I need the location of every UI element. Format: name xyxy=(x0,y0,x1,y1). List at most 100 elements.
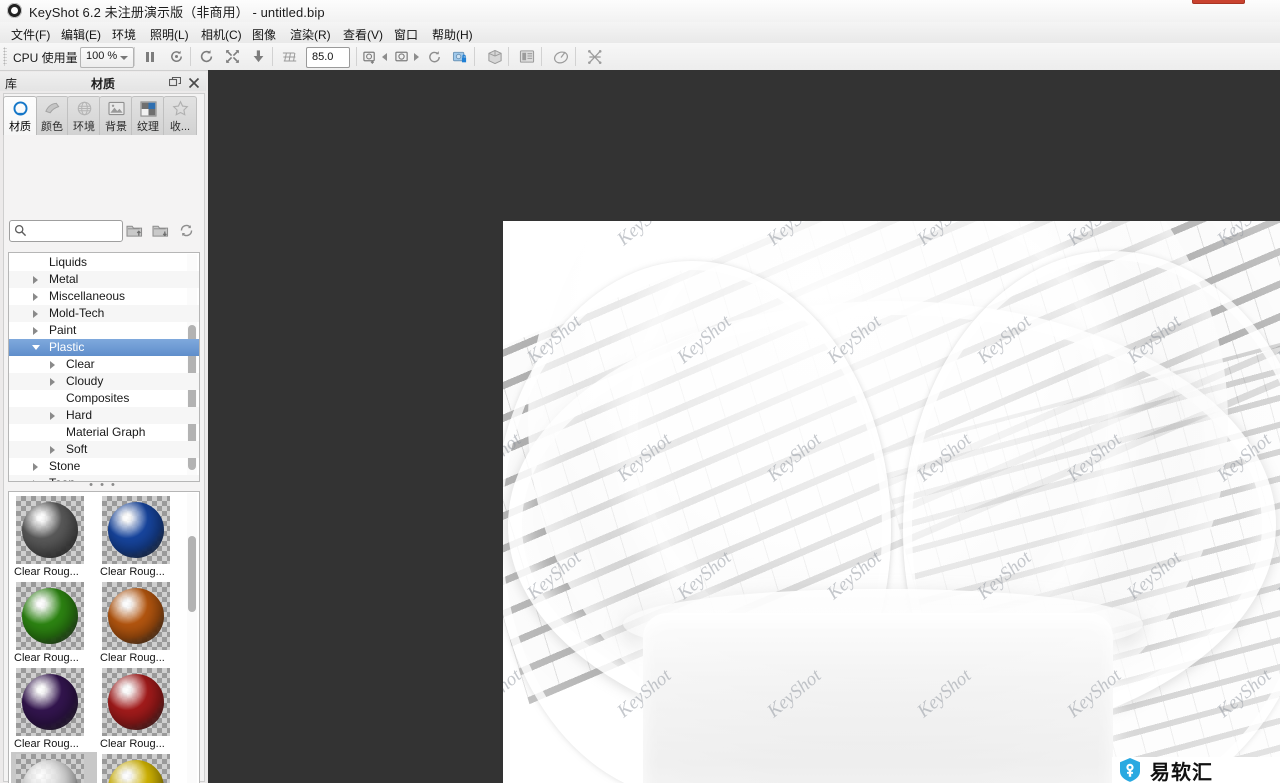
tree-item-metal[interactable]: Metal xyxy=(9,271,199,288)
material-item[interactable]: Clear Roug... xyxy=(97,494,183,580)
import-folder-button[interactable] xyxy=(124,221,144,239)
toolbar-grip[interactable] xyxy=(3,47,7,66)
keyshot-watermark: KeyShot xyxy=(523,311,586,369)
material-caption: Clear Roug... xyxy=(100,566,165,578)
tab-globe[interactable]: 环境 xyxy=(67,96,101,135)
rotate-button[interactable] xyxy=(194,46,218,67)
menu-item-9[interactable]: 帮助(H) xyxy=(429,25,476,44)
material-thumbnail xyxy=(102,496,170,564)
scene-tree-button[interactable] xyxy=(483,46,507,67)
performance-input[interactable]: 85.0 xyxy=(306,47,350,68)
chevron-right-icon[interactable] xyxy=(33,276,38,284)
add-camera-button[interactable] xyxy=(358,46,382,67)
tab-label: 颜色 xyxy=(41,121,63,133)
cpu-usage-dropdown[interactable]: 100 % xyxy=(80,47,134,68)
undock-icon[interactable] xyxy=(168,76,182,88)
perspective-grid-button[interactable] xyxy=(278,46,302,67)
chevron-right-icon[interactable] xyxy=(50,446,55,454)
tree-item-miscellaneous[interactable]: Miscellaneous xyxy=(9,288,199,305)
render-viewport[interactable]: KeyShot KeyShot KeyShot KeyShot KeyShot KeySh… xyxy=(208,70,1280,783)
camera-view-button[interactable] xyxy=(390,46,414,67)
search-input[interactable] xyxy=(30,222,122,241)
tree-item-material-graph[interactable]: Material Graph xyxy=(9,424,199,441)
chevron-right-icon[interactable] xyxy=(50,378,55,386)
menu-item-3[interactable]: 照明(L) xyxy=(147,25,192,44)
keyshot-watermark: KeyShot xyxy=(1213,429,1276,487)
menu-item-5[interactable]: 图像 xyxy=(249,25,279,44)
move-button[interactable] xyxy=(220,46,244,67)
material-caption: Clear Roug... xyxy=(14,738,79,750)
material-graph-button[interactable] xyxy=(583,46,607,67)
pause-button[interactable] xyxy=(138,46,162,67)
material-item[interactable]: Clear Roug... xyxy=(11,494,97,580)
material-item[interactable]: Clear Roug... xyxy=(97,752,183,783)
tab-star[interactable]: 收... xyxy=(163,96,197,135)
export-folder-button[interactable] xyxy=(150,221,170,239)
tree-item-composites[interactable]: Composites xyxy=(9,390,199,407)
next-camera-button[interactable] xyxy=(414,53,419,61)
menu-item-2[interactable]: 环境 xyxy=(109,25,139,44)
menu-item-8[interactable]: 窗口 xyxy=(391,25,421,44)
tree-item-plastic[interactable]: Plastic xyxy=(9,339,199,356)
material-grid[interactable]: Clear Roug... Clear Roug... Clear Roug... C… xyxy=(8,491,200,783)
performance-value: 85.0 xyxy=(312,51,334,63)
lock-camera-button[interactable] xyxy=(448,46,472,67)
site-watermark-logo: 易软汇 xyxy=(1112,757,1280,783)
material-sphere xyxy=(108,674,164,730)
material-caption: Clear Roug... xyxy=(100,652,165,664)
previous-camera-button[interactable] xyxy=(382,53,387,61)
tree-item-cloudy[interactable]: Cloudy xyxy=(9,373,199,390)
chevron-right-icon[interactable] xyxy=(33,327,38,335)
menu-item-6[interactable]: 渲染(R) xyxy=(287,25,334,44)
tab-color-swatch[interactable]: 颜色 xyxy=(35,96,69,135)
tab-image[interactable]: 背景 xyxy=(99,96,133,135)
material-caption: Clear Roug... xyxy=(14,566,79,578)
drop-to-ground-button[interactable] xyxy=(246,46,270,67)
animation-button[interactable] xyxy=(549,46,573,67)
material-item[interactable]: Clear Roug... xyxy=(11,666,97,752)
tree-item-label: Plastic xyxy=(49,340,85,354)
menu-item-4[interactable]: 相机(C) xyxy=(198,25,245,44)
chevron-right-icon[interactable] xyxy=(50,361,55,369)
menu-item-7[interactable]: 查看(V) xyxy=(340,25,386,44)
reset-camera-button[interactable] xyxy=(422,46,446,67)
watermark-layer: KeyShot KeyShot KeyShot KeyShot KeyShot KeySh… xyxy=(503,221,1280,783)
tree-item-clear[interactable]: Clear xyxy=(9,356,199,373)
project-panel-button[interactable] xyxy=(515,46,539,67)
keyshot-watermark: KeyShot xyxy=(503,429,526,487)
tree-item-label: Cloudy xyxy=(66,374,104,388)
chevron-right-icon[interactable] xyxy=(33,310,38,318)
menu-item-1[interactable]: 编辑(E) xyxy=(58,25,104,44)
category-tree[interactable]: Liquids Metal Miscellaneous Mold-Tech Paint P… xyxy=(8,252,200,482)
window-title: KeyShot 6.2 未注册演示版（非商用） - untitled.bip xyxy=(29,5,325,20)
material-item[interactable]: Clear Roug... xyxy=(97,666,183,752)
tree-item-mold-tech[interactable]: Mold-Tech xyxy=(9,305,199,322)
chevron-right-icon[interactable] xyxy=(33,293,38,301)
tree-item-stone[interactable]: Stone xyxy=(9,458,199,475)
material-sphere xyxy=(108,502,164,558)
tree-item-label: Clear xyxy=(66,357,95,371)
close-window-button[interactable] xyxy=(1192,0,1245,4)
star-icon xyxy=(164,100,196,117)
material-item[interactable]: Clear Roug... xyxy=(97,580,183,666)
tree-item-paint[interactable]: Paint xyxy=(9,322,199,339)
refresh-library-button[interactable] xyxy=(176,221,196,239)
chevron-right-icon[interactable] xyxy=(50,412,55,420)
tree-item-liquids[interactable]: Liquids xyxy=(9,254,199,271)
splitter-handle[interactable]: • • • xyxy=(0,480,206,491)
material-item[interactable]: Clear Roug... xyxy=(11,752,97,783)
grid-scrollbar-thumb[interactable] xyxy=(188,536,196,612)
tree-item-soft[interactable]: Soft xyxy=(9,441,199,458)
search-box[interactable] xyxy=(9,220,123,242)
chevron-down-icon[interactable] xyxy=(32,345,40,350)
tab-texture-checker[interactable]: 纹理 xyxy=(131,96,165,135)
keyshot-watermark: KeyShot xyxy=(913,429,976,487)
render-image[interactable]: KeyShot KeyShot KeyShot KeyShot KeyShot KeySh… xyxy=(503,221,1280,783)
tree-item-hard[interactable]: Hard xyxy=(9,407,199,424)
tab-material-ball[interactable]: 材质 xyxy=(3,96,37,135)
refresh-render-button[interactable] xyxy=(164,46,188,67)
close-icon[interactable] xyxy=(188,76,200,89)
material-item[interactable]: Clear Roug... xyxy=(11,580,97,666)
chevron-right-icon[interactable] xyxy=(33,463,38,471)
menu-item-0[interactable]: 文件(F) xyxy=(8,25,53,44)
